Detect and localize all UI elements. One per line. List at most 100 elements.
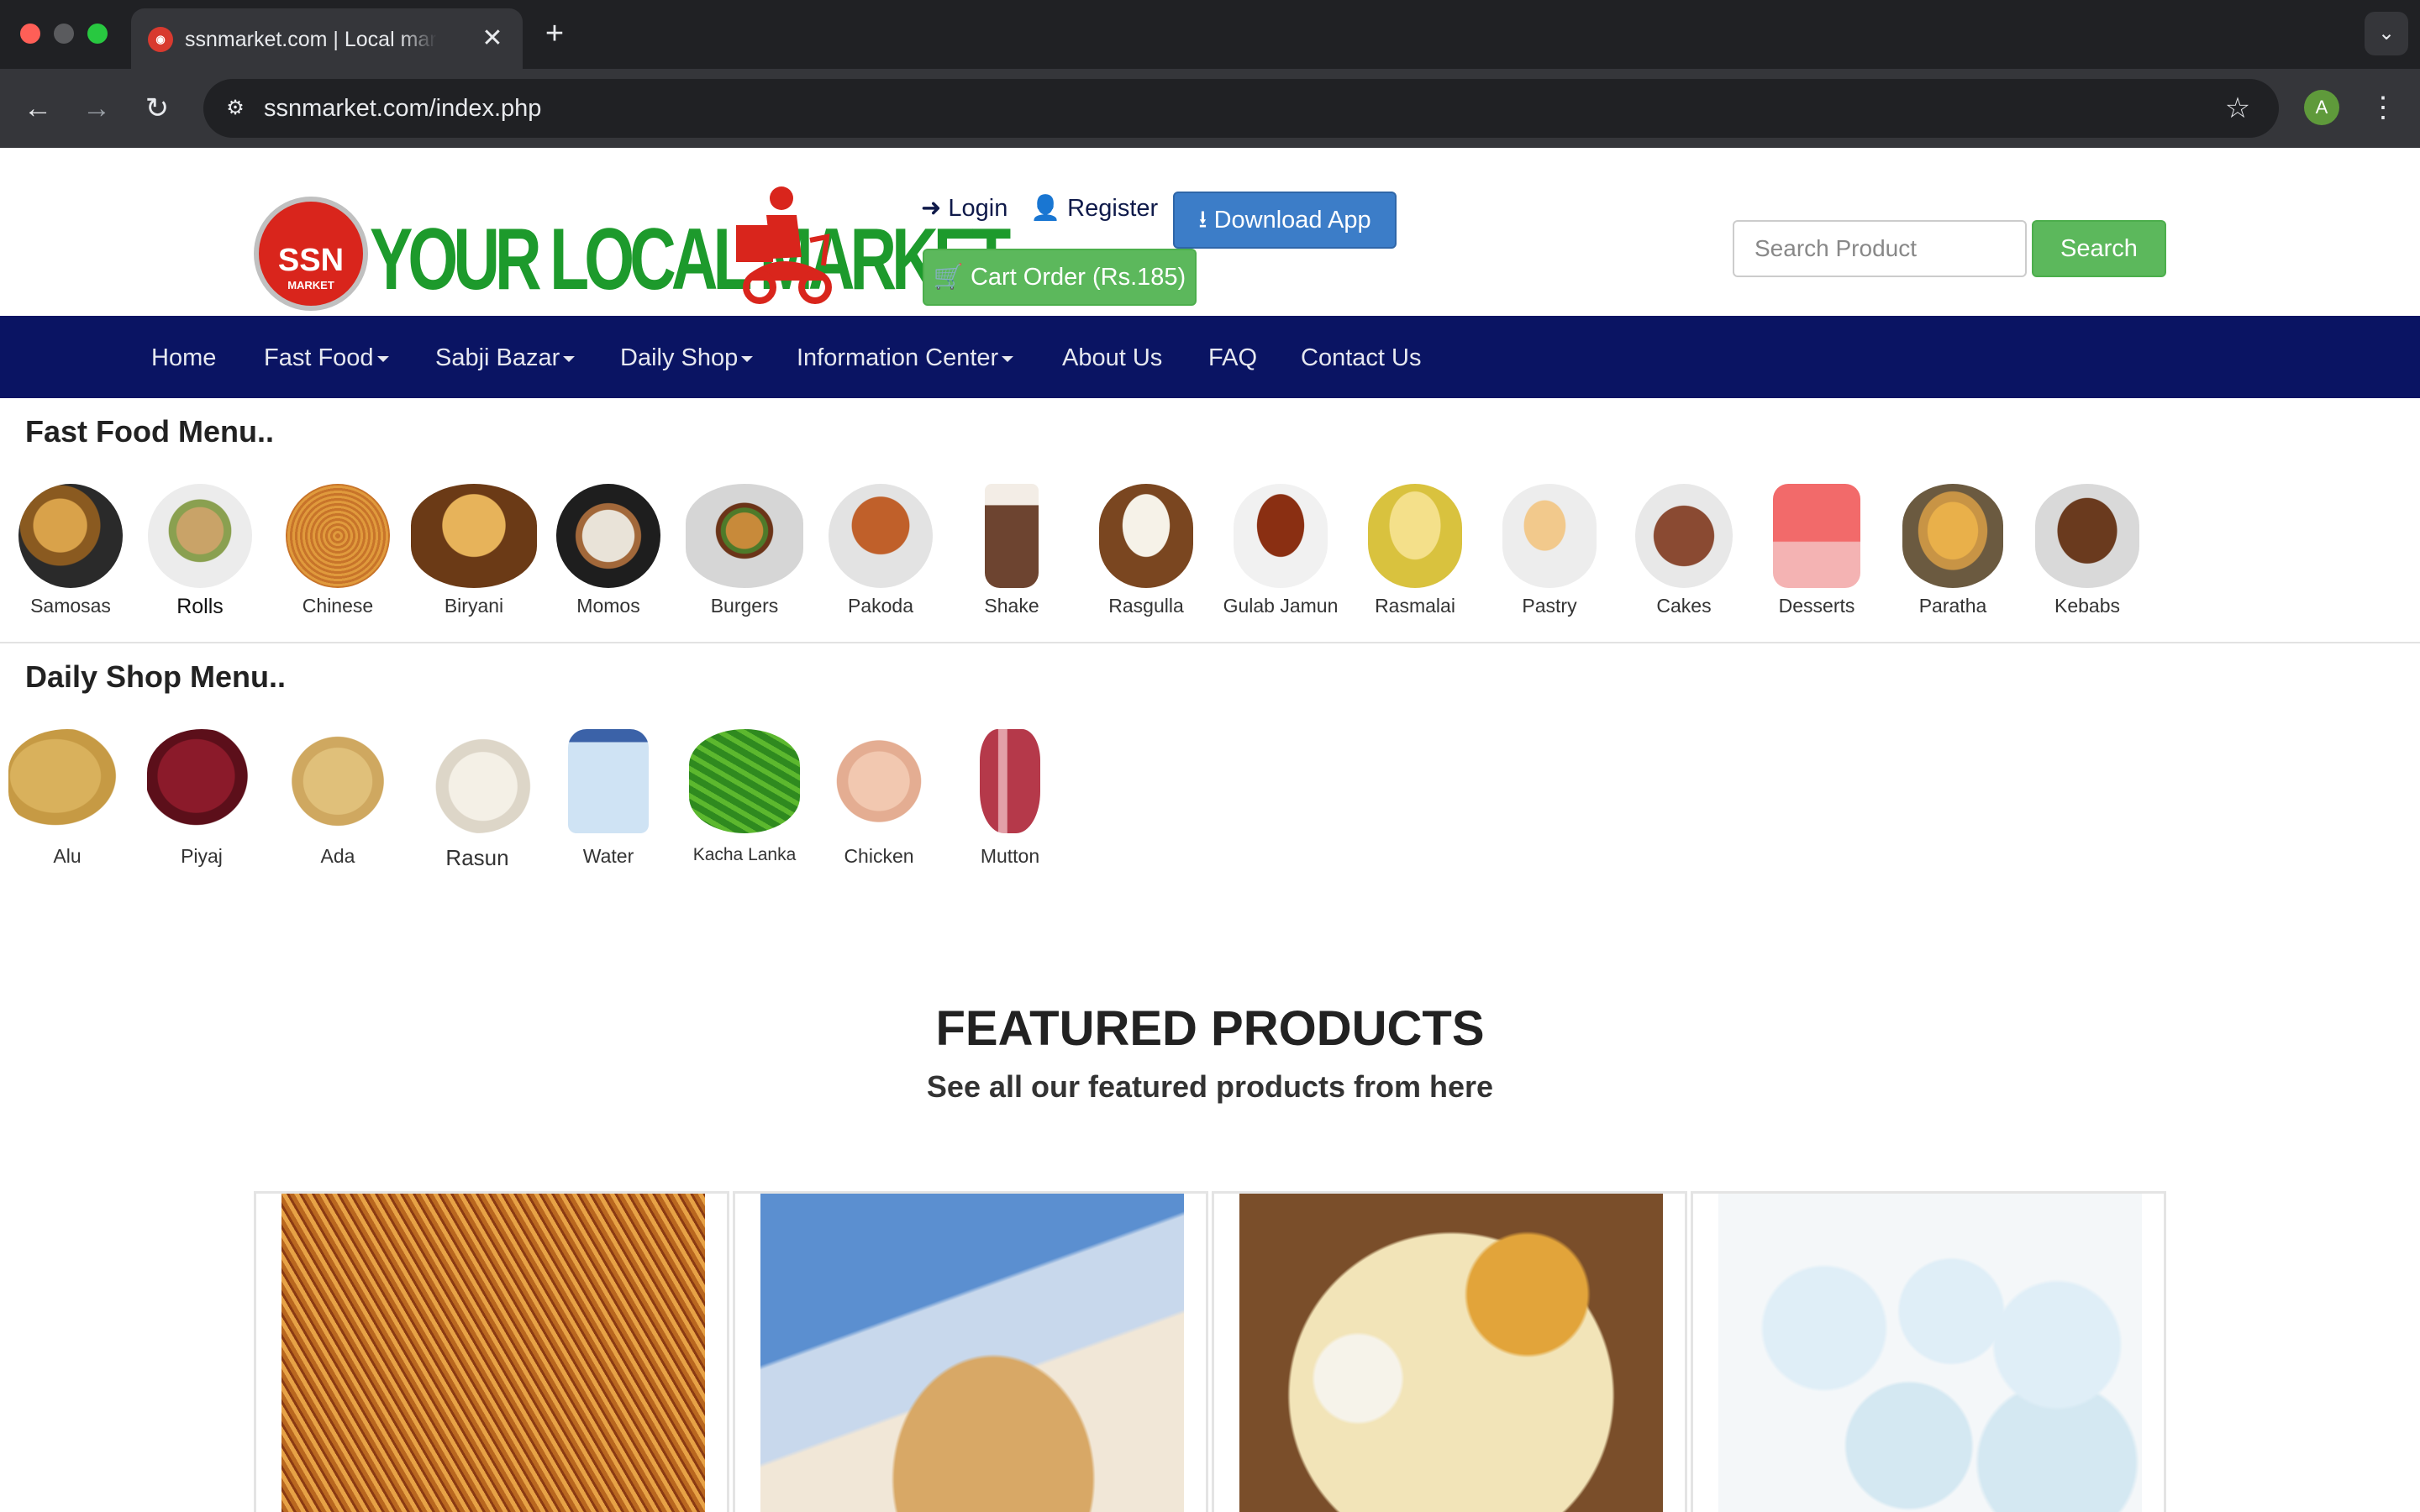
pakoda-image <box>829 484 933 588</box>
login-icon: ➜ <box>921 195 942 222</box>
featured-products-title: FEATURED PRODUCTS <box>935 1001 1485 1056</box>
gulab-jamun-image <box>1234 484 1328 588</box>
minimize-window-button[interactable] <box>54 24 74 44</box>
new-tab-button[interactable]: + <box>538 17 571 50</box>
nav-faq[interactable]: FAQ <box>1208 343 1257 373</box>
nav-sabji-bazar[interactable]: Sabji Bazar <box>435 343 576 373</box>
biryani-image <box>411 484 537 588</box>
fast-food-item-samosas[interactable]: Samosas <box>3 484 138 617</box>
daily-shop-item-kacha-lanka[interactable]: Kacha Lanka <box>677 729 812 865</box>
url-text[interactable]: ssnmarket.com/index.php <box>264 94 541 123</box>
water-image <box>568 729 649 833</box>
shake-image <box>985 484 1039 588</box>
fast-food-item-cakes[interactable]: Cakes <box>1617 484 1751 617</box>
daily-shop-item-piyaj[interactable]: Piyaj <box>134 729 269 868</box>
reload-icon[interactable]: ↻ <box>136 87 178 129</box>
download-app-button[interactable]: ⭳ Download App <box>1173 192 1397 249</box>
mutton-image <box>980 729 1040 833</box>
logo-tagline: YOUR LOCAL MARKET <box>370 211 1011 308</box>
chicken-image <box>825 729 933 833</box>
kebabs-image <box>2035 484 2139 588</box>
daily-shop-item-mutton[interactable]: Mutton <box>943 729 1077 868</box>
fast-food-item-pastry[interactable]: Pastry <box>1482 484 1617 617</box>
rolls-image <box>148 484 252 588</box>
fast-food-item-shake[interactable]: Shake <box>944 484 1079 617</box>
fast-food-item-kebabs[interactable]: Kebabs <box>2020 484 2154 617</box>
roll-product-image <box>760 1194 1184 1512</box>
tab-list-icon[interactable]: ⌄ <box>2365 12 2408 55</box>
featured-products-subtitle: See all our featured products from here <box>926 1069 1494 1104</box>
daily-shop-menu-title: Daily Shop Menu.. <box>25 659 287 694</box>
cart-order-button[interactable]: 🛒 Cart Order (Rs.185) <box>923 249 1197 306</box>
caret-down-icon <box>563 355 576 362</box>
ada-image <box>284 729 392 833</box>
piyaj-image <box>147 729 256 833</box>
ssn-logo-badge: SSN MARKET <box>254 197 368 311</box>
tab-title: ssnmarket.com | Local market <box>185 28 437 51</box>
nav-about-us[interactable]: About Us <box>1062 343 1162 373</box>
daily-shop-item-chicken[interactable]: Chicken <box>812 729 946 868</box>
download-app-label: Download App <box>1213 207 1371 234</box>
desserts-image <box>1773 484 1860 588</box>
water-jars-product-image <box>1718 1194 2142 1512</box>
fast-food-item-rasgulla[interactable]: Rasgulla <box>1079 484 1213 617</box>
rasun-image <box>420 729 534 833</box>
caret-down-icon <box>741 355 754 362</box>
fast-food-item-rasmalai[interactable]: Rasmalai <box>1348 484 1482 617</box>
back-icon[interactable]: ← <box>17 87 59 129</box>
browser-toolbar: ← → ↻ ⚙ ssnmarket.com/index.php ☆ <box>0 69 2420 148</box>
cart-label: Cart Order (Rs.185) <box>970 264 1186 291</box>
close-window-button[interactable] <box>20 24 40 44</box>
pastry-image <box>1502 484 1597 588</box>
site-info-icon[interactable]: ⚙ <box>218 92 252 125</box>
search-input[interactable] <box>1733 220 2027 277</box>
daily-shop-item-rasun[interactable]: Rasun <box>410 729 544 871</box>
nav-daily-shop[interactable]: Daily Shop <box>620 343 754 373</box>
caret-down-icon <box>376 355 389 362</box>
nav-home[interactable]: Home <box>151 343 216 373</box>
browser-tab[interactable]: ◉ ssnmarket.com | Local market ✕ <box>131 8 523 69</box>
daily-shop-item-water[interactable]: Water <box>541 729 676 868</box>
forward-icon[interactable]: → <box>76 87 118 129</box>
fast-food-item-pakoda[interactable]: Pakoda <box>813 484 948 617</box>
fast-food-item-chinese[interactable]: Chinese <box>271 484 405 617</box>
profile-avatar[interactable]: A <box>2304 90 2339 125</box>
fast-food-item-momos[interactable]: Momos <box>541 484 676 617</box>
logo-ssn-text: SSN <box>277 243 345 278</box>
featured-product-card[interactable] <box>1691 1191 2166 1512</box>
noodles-product-image <box>281 1194 705 1512</box>
logo-market-text: MARKET <box>287 279 334 291</box>
momos-image <box>556 484 660 588</box>
featured-product-card[interactable] <box>254 1191 729 1512</box>
fast-food-item-burgers[interactable]: Burgers <box>677 484 812 617</box>
kacha-lanka-image <box>689 729 800 833</box>
register-label: Register <box>1067 195 1159 222</box>
fast-food-item-gulab-jamun[interactable]: Gulab Jamun <box>1213 484 1348 617</box>
kebab-menu-icon[interactable]: ⋮ <box>2368 87 2398 128</box>
featured-product-card[interactable] <box>733 1191 1208 1512</box>
daily-shop-item-ada[interactable]: Ada <box>271 729 405 868</box>
fast-food-item-rolls[interactable]: Rolls <box>133 484 267 619</box>
nav-information-center[interactable]: Information Center <box>797 343 1014 373</box>
cakes-image <box>1635 484 1733 588</box>
fast-food-item-biryani[interactable]: Biryani <box>407 484 541 617</box>
search-button[interactable]: Search <box>2032 220 2166 277</box>
star-icon[interactable]: ☆ <box>2220 91 2255 126</box>
paratha-image <box>1902 484 2003 588</box>
delivery-scooter-icon <box>736 186 832 304</box>
address-bar[interactable]: ⚙ ssnmarket.com/index.php ☆ <box>203 79 2279 138</box>
cart-icon: 🛒 <box>933 264 964 291</box>
maximize-window-button[interactable] <box>87 24 108 44</box>
login-link[interactable]: ➜ Login <box>921 193 1007 223</box>
fast-food-item-paratha[interactable]: Paratha <box>1886 484 2020 617</box>
featured-product-card[interactable] <box>1212 1191 1687 1512</box>
nav-contact-us[interactable]: Contact Us <box>1301 343 1421 373</box>
login-label: Login <box>948 195 1008 222</box>
fast-food-item-desserts[interactable]: Desserts <box>1749 484 1884 617</box>
nav-fast-food[interactable]: Fast Food <box>264 343 389 373</box>
tab-close-icon[interactable]: ✕ <box>477 24 508 54</box>
site-logo[interactable]: SSN MARKET YOUR LOCAL MARKET <box>254 181 1011 316</box>
register-link[interactable]: 👤 Register <box>1030 193 1158 223</box>
ssn-favicon-icon: ◉ <box>148 27 173 52</box>
daily-shop-item-alu[interactable]: Alu <box>0 729 134 868</box>
